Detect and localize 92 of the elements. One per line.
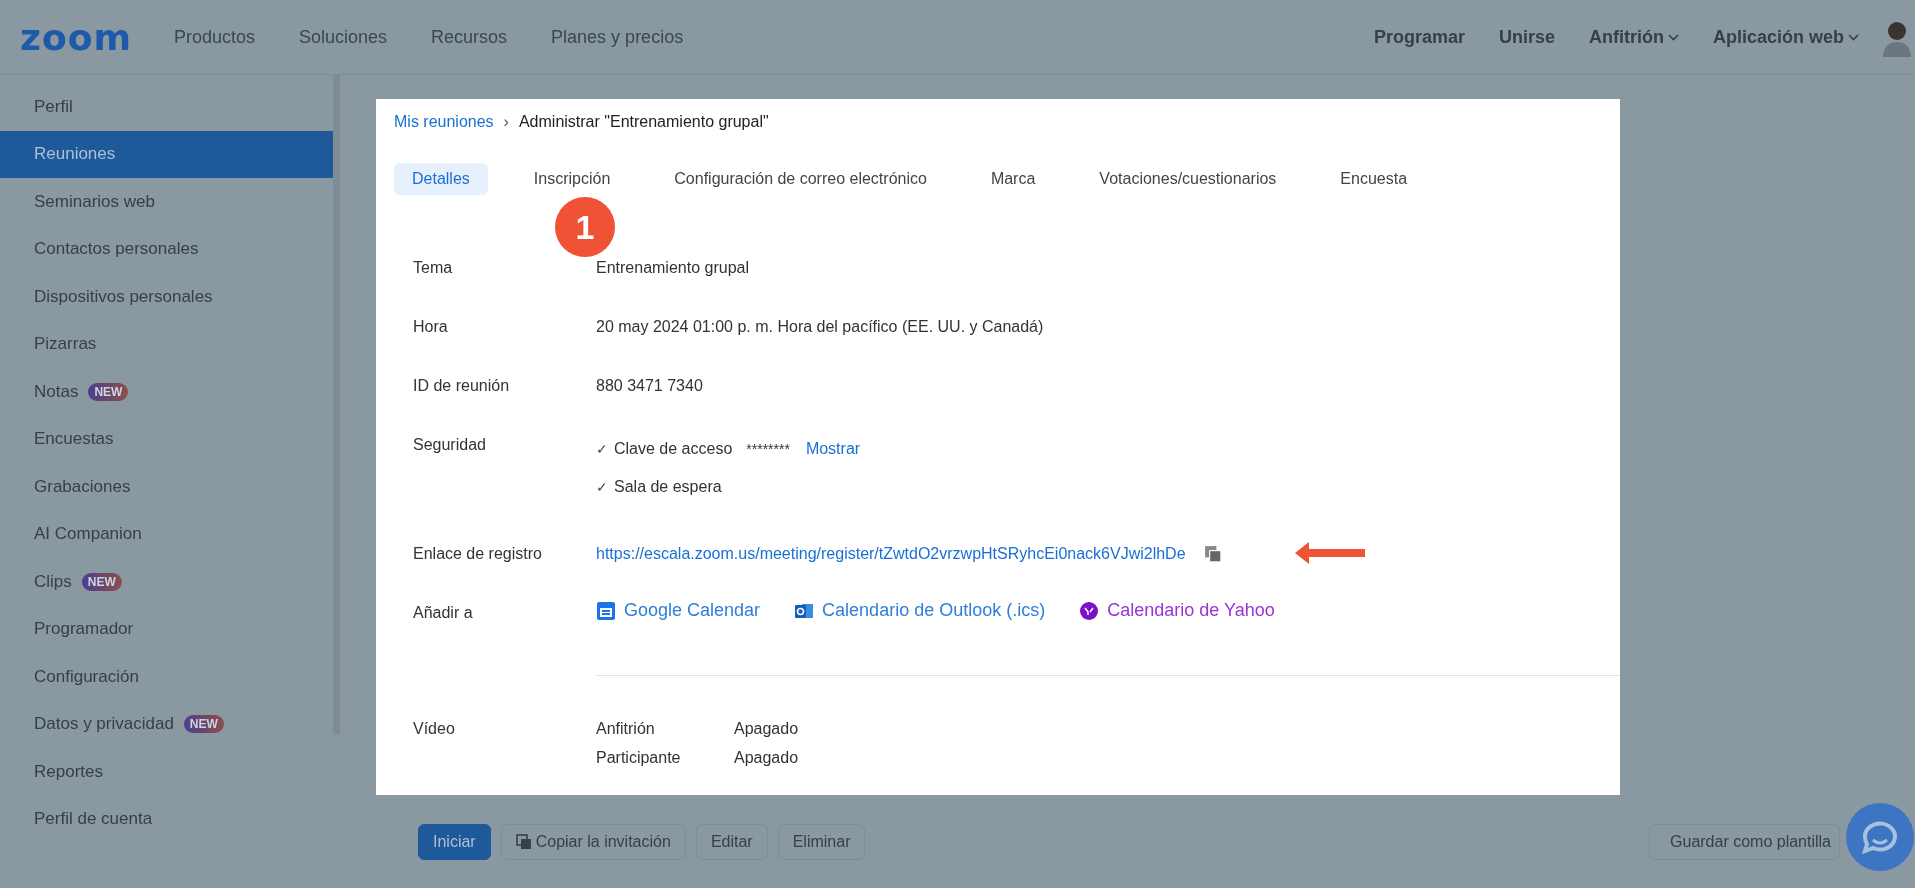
sidebar-item[interactable]: AI Companion [0, 510, 333, 558]
nav-link[interactable]: Productos [173, 26, 255, 48]
sidebar-item[interactable]: Reportes [0, 748, 333, 796]
sidebar-item[interactable]: Reuniones [0, 130, 333, 178]
action-button[interactable]: Eliminar [777, 824, 866, 860]
nav-link[interactable]: Soluciones [299, 26, 388, 48]
sidebar-label: Pizarras [34, 334, 97, 355]
field-label: Vídeo [413, 720, 455, 738]
step-marker: 1 [555, 197, 615, 257]
tab[interactable]: Encuesta [1322, 163, 1426, 195]
tab[interactable]: Detalles [394, 163, 488, 195]
new-badge: NEW [88, 382, 129, 401]
sidebar-item[interactable]: Seminarios web [0, 178, 333, 226]
scrollbar[interactable] [333, 75, 340, 735]
passcode-mask: ******** [746, 441, 790, 457]
header-link[interactable]: Anfitrión [1589, 26, 1679, 48]
sidebar-item[interactable]: Perfil [0, 83, 333, 131]
field-value: Entrenamiento grupal [596, 259, 749, 277]
breadcrumb-link[interactable]: Mis reuniones [394, 113, 494, 131]
save-template-button[interactable]: Guardar como plantilla [1649, 824, 1840, 860]
calendar-link[interactable]: Calendario de Outlook (.ics) [794, 600, 1046, 621]
sidebar-label: AI Companion [34, 524, 142, 545]
check-mark: ✓ [596, 441, 608, 457]
tab[interactable]: Marca [972, 163, 1054, 195]
registration-link[interactable]: https://escala.zoom.us/meeting/register/tZwtdO2vrzwpHtSRyhcEi0nack6VJwi2lhDe [596, 545, 1186, 563]
sidebar-label: Perfil de cuenta [34, 809, 153, 830]
field-label: Enlace de registro [413, 545, 542, 563]
sidebar-label: Encuestas [34, 429, 114, 450]
copy-icon [515, 834, 532, 850]
sidebar-item[interactable]: Perfil de cuenta [0, 795, 333, 843]
sidebar-item[interactable]: Datos y privacidad NEW [0, 700, 333, 748]
sidebar-item[interactable]: Clips NEW [0, 558, 333, 606]
field-label: Añadir a [413, 604, 473, 622]
breadcrumb-current: Administrar "Entrenamiento grupal" [518, 113, 769, 131]
zoom-logo[interactable]: zoom [20, 16, 132, 58]
nav-link[interactable]: Recursos [431, 26, 508, 48]
sidebar-item[interactable]: Contactos personales [0, 225, 333, 273]
sidebar-label: Notas [34, 381, 79, 402]
sidebar-item[interactable]: Pizarras [0, 320, 333, 368]
tab[interactable]: Inscripción [515, 163, 629, 195]
chat-icon[interactable] [1845, 802, 1915, 872]
field-value: 20 may 2024 01:00 p. m. Hora del pacífico (EE. UU. y Canadá) [596, 318, 1044, 336]
sidebar-label: Perfil [34, 96, 73, 117]
role-label: Participante [596, 749, 682, 767]
sidebar-label: Programador [34, 619, 134, 640]
field-label: Hora [413, 318, 448, 336]
sidebar-item[interactable]: Configuración [0, 653, 333, 701]
sidebar-label: Contactos personales [34, 239, 199, 260]
sidebar-label: Dispositivos personales [34, 286, 213, 307]
new-badge: NEW [183, 715, 224, 734]
yahoo-icon [1079, 600, 1100, 621]
field-label: ID de reunión [413, 377, 510, 395]
tab[interactable]: Configuración de correo electrónico [656, 163, 945, 195]
option-label: Sala de espera [614, 478, 722, 496]
show-link[interactable]: Mostrar [805, 440, 861, 458]
sidebar-label: Reuniones [34, 144, 116, 165]
action-button[interactable]: Iniciar [418, 824, 491, 860]
sidebar-item[interactable]: Encuestas [0, 415, 333, 463]
arrow-icon [1295, 541, 1365, 565]
field-label: Tema [413, 259, 453, 277]
caret-icon [1848, 33, 1859, 41]
calendar-link[interactable]: Google Calendar [596, 600, 761, 621]
copy-icon[interactable] [1203, 545, 1222, 563]
header-link[interactable]: Unirse [1498, 26, 1555, 48]
sidebar-label: Seminarios web [34, 191, 155, 212]
caret-icon [1667, 33, 1679, 41]
sidebar-label: Reportes [34, 761, 103, 782]
breadcrumb-separator: › [503, 113, 509, 131]
sidebar-label: Grabaciones [34, 476, 131, 497]
action-button[interactable]: Copiar la invitación [500, 824, 686, 860]
sidebar-item[interactable]: Programador [0, 605, 333, 653]
role-label: Anfitrión [596, 720, 656, 738]
header-link[interactable]: Aplicación web [1712, 26, 1859, 48]
sidebar-item[interactable]: Notas NEW [0, 368, 333, 416]
option-label: Clave de acceso [614, 440, 733, 458]
video-state: Apagado [734, 720, 799, 738]
sidebar-item[interactable]: Dispositivos personales [0, 273, 333, 321]
calendar-link[interactable]: Calendario de Yahoo [1079, 600, 1275, 621]
field-value: 880 3471 7340 [596, 377, 703, 395]
calendar-icon [596, 600, 616, 621]
tab[interactable]: Votaciones/cuestionarios [1081, 163, 1295, 195]
check-mark: ✓ [596, 479, 608, 495]
header-link[interactable]: Programar [1373, 26, 1465, 48]
sidebar-item[interactable]: Grabaciones [0, 463, 333, 511]
new-badge: NEW [81, 572, 122, 591]
sidebar-label: Clips [34, 571, 72, 592]
field-label: Seguridad [413, 436, 486, 454]
nav-link[interactable]: Planes y precios [551, 26, 684, 48]
action-button[interactable]: Editar [695, 824, 768, 860]
video-state: Apagado [734, 749, 799, 767]
sidebar-label: Configuración [34, 666, 139, 687]
sidebar-label: Datos y privacidad [34, 714, 174, 735]
